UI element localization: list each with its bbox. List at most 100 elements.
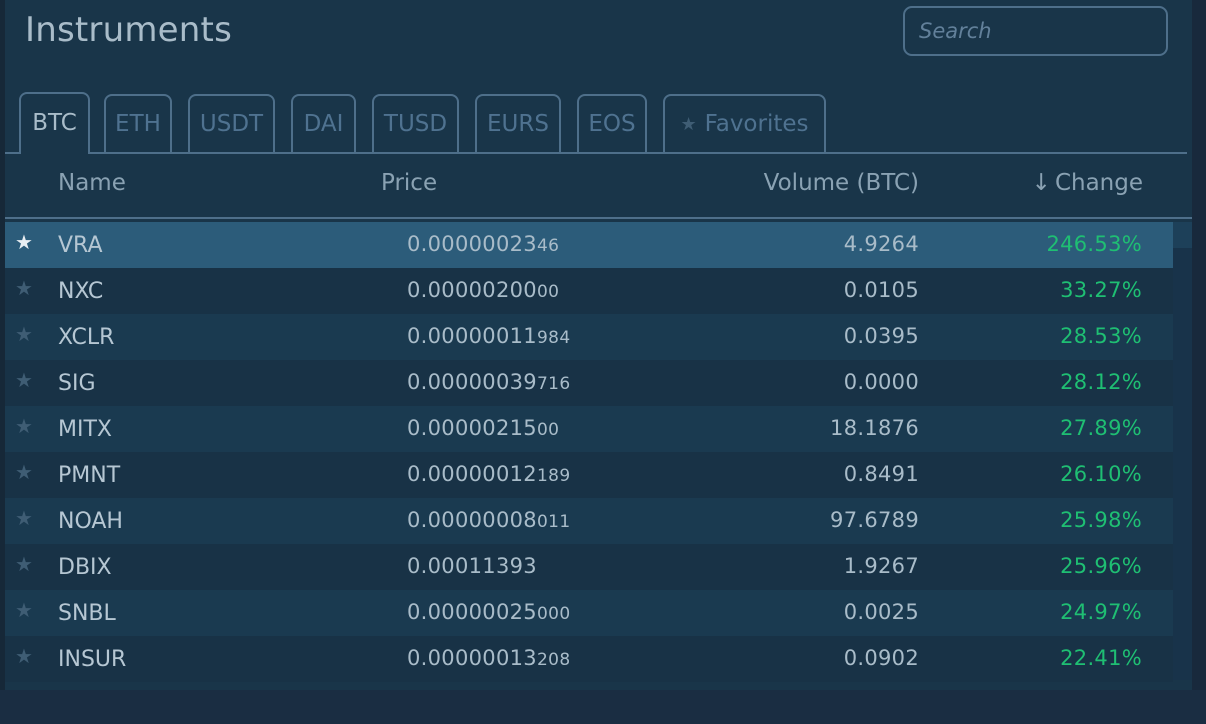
tabs-divider <box>5 152 1187 154</box>
instrument-volume: 0.0025 <box>843 600 919 624</box>
tab-usdt[interactable]: USDT <box>188 94 275 152</box>
instrument-volume: 18.1876 <box>830 416 919 440</box>
table-row[interactable]: ★ DBIX 0.00011393 1.9267 25.96% <box>5 544 1173 590</box>
price-main: 0.00011393 <box>407 554 537 578</box>
column-header-change[interactable]: ↓ Change <box>1032 170 1143 196</box>
arrow-down-icon: ↓ <box>1031 170 1051 196</box>
instrument-price: 0.00000011984 <box>407 324 571 348</box>
table-row[interactable]: ★ NOAH 0.00000008011 97.6789 25.98% <box>5 498 1173 544</box>
favorite-star-icon[interactable]: ★ <box>15 322 33 346</box>
price-main: 0.00000008 <box>407 508 537 532</box>
table-row[interactable]: ★ SIG 0.00000039716 0.0000 28.12% <box>5 360 1173 406</box>
column-header-volume[interactable]: Volume (BTC) <box>764 170 919 196</box>
price-main: 0.00000215 <box>407 416 537 440</box>
tab-eos[interactable]: EOS <box>577 94 647 152</box>
instrument-name: PMNT <box>58 463 121 488</box>
instrument-volume: 0.0902 <box>843 646 919 670</box>
column-header-name[interactable]: Name <box>58 170 126 196</box>
column-header-price[interactable]: Price <box>381 170 437 196</box>
favorite-star-icon[interactable]: ★ <box>15 644 33 668</box>
favorite-star-icon[interactable]: ★ <box>15 552 33 576</box>
tab-label: BTC <box>32 110 77 136</box>
instrument-change: 26.10% <box>1060 462 1142 486</box>
tab-label: USDT <box>199 111 264 137</box>
instrument-price: 0.0000002346 <box>407 232 559 256</box>
instrument-change: 246.53% <box>1046 232 1142 256</box>
favorite-star-icon[interactable]: ★ <box>15 276 33 300</box>
tab-favorites[interactable]: ★ Favorites <box>663 94 826 152</box>
instrument-name: DBIX <box>58 555 112 580</box>
table-row[interactable]: ★ SNBL 0.00000025000 0.0025 24.97% <box>5 590 1173 636</box>
instrument-volume: 0.0000 <box>843 370 919 394</box>
price-small-digits: 011 <box>536 512 571 532</box>
favorite-star-icon[interactable]: ★ <box>15 506 33 530</box>
tab-label: EURS <box>487 111 549 137</box>
price-main: 0.00000023 <box>407 232 537 256</box>
instrument-name: NOAH <box>58 509 123 534</box>
tab-tusd[interactable]: TUSD <box>372 94 459 152</box>
instrument-price: 0.00000008011 <box>407 508 571 532</box>
instrument-price: 0.00000012189 <box>407 462 571 486</box>
instrument-name: XCLR <box>58 325 115 350</box>
instrument-price: 0.00000025000 <box>407 600 571 624</box>
right-gutter <box>1192 0 1206 724</box>
table-row[interactable]: ★ NXC 0.0000020000 0.0105 33.27% <box>5 268 1173 314</box>
tab-dai[interactable]: DAI <box>291 94 356 152</box>
price-main: 0.00000039 <box>407 370 537 394</box>
instrument-name: SNBL <box>58 601 116 626</box>
price-small-digits: 208 <box>536 650 571 670</box>
table-row[interactable]: ★ VRA 0.0000002346 4.9264 246.53% <box>5 222 1173 268</box>
scrollbar-track[interactable] <box>1173 222 1192 680</box>
instrument-change: 28.53% <box>1060 324 1142 348</box>
table-row[interactable]: ★ INSUR 0.00000013208 0.0902 22.41% <box>5 636 1173 682</box>
table-row[interactable]: ★ PMNT 0.00000012189 0.8491 26.10% <box>5 452 1173 498</box>
instrument-name: INSUR <box>58 647 127 672</box>
price-main: 0.00000012 <box>407 462 537 486</box>
instrument-change: 24.97% <box>1060 600 1142 624</box>
instrument-price: 0.00011393 <box>407 554 537 578</box>
price-main: 0.00000013 <box>407 646 537 670</box>
price-main: 0.00000011 <box>407 324 537 348</box>
instrument-volume: 1.9267 <box>843 554 919 578</box>
price-main: 0.00000200 <box>407 278 537 302</box>
column-header-change-label: Change <box>1054 170 1143 196</box>
instrument-volume: 0.8491 <box>843 462 919 486</box>
price-main: 0.00000025 <box>407 600 537 624</box>
table-header: Name Price Volume (BTC) ↓ Change <box>5 156 1192 218</box>
price-small-digits: 984 <box>536 328 571 348</box>
favorite-star-icon[interactable]: ★ <box>15 460 33 484</box>
price-small-digits: 189 <box>536 466 571 486</box>
instrument-price: 0.00000039716 <box>407 370 571 394</box>
tab-label: TUSD <box>383 111 448 137</box>
instrument-change: 22.41% <box>1060 646 1142 670</box>
tab-eth[interactable]: ETH <box>104 94 172 152</box>
favorite-star-icon[interactable]: ★ <box>15 368 33 392</box>
instrument-change: 25.98% <box>1060 508 1142 532</box>
instrument-change: 33.27% <box>1060 278 1142 302</box>
scrollbar-thumb[interactable] <box>1173 222 1192 248</box>
page-title: Instruments <box>25 10 232 50</box>
instrument-price: 0.0000020000 <box>407 278 559 302</box>
instrument-name: VRA <box>58 233 103 258</box>
table-row[interactable]: ★ XCLR 0.00000011984 0.0395 28.53% <box>5 314 1173 360</box>
tab-btc[interactable]: BTC <box>19 92 90 154</box>
bottom-area <box>0 690 1206 724</box>
favorite-star-icon[interactable]: ★ <box>15 598 33 622</box>
search-input[interactable] <box>903 6 1168 56</box>
tab-eurs[interactable]: EURS <box>475 94 561 152</box>
price-small-digits: 00 <box>536 420 560 440</box>
instrument-name: MITX <box>58 417 112 442</box>
favorite-star-icon[interactable]: ★ <box>15 230 33 254</box>
star-icon: ★ <box>680 113 697 135</box>
tab-label: Favorites <box>704 111 809 137</box>
header-divider <box>5 217 1192 219</box>
instrument-volume: 0.0395 <box>843 324 919 348</box>
favorite-star-icon[interactable]: ★ <box>15 414 33 438</box>
instrument-change: 27.89% <box>1060 416 1142 440</box>
tab-label: ETH <box>115 111 161 137</box>
tab-label: DAI <box>303 111 344 137</box>
instrument-volume: 0.0105 <box>843 278 919 302</box>
instrument-list: ★ VRA 0.0000002346 4.9264 246.53% ★ NXC 0.00000… <box>5 222 1173 682</box>
instrument-volume: 4.9264 <box>843 232 919 256</box>
table-row[interactable]: ★ MITX 0.0000021500 18.1876 27.89% <box>5 406 1173 452</box>
